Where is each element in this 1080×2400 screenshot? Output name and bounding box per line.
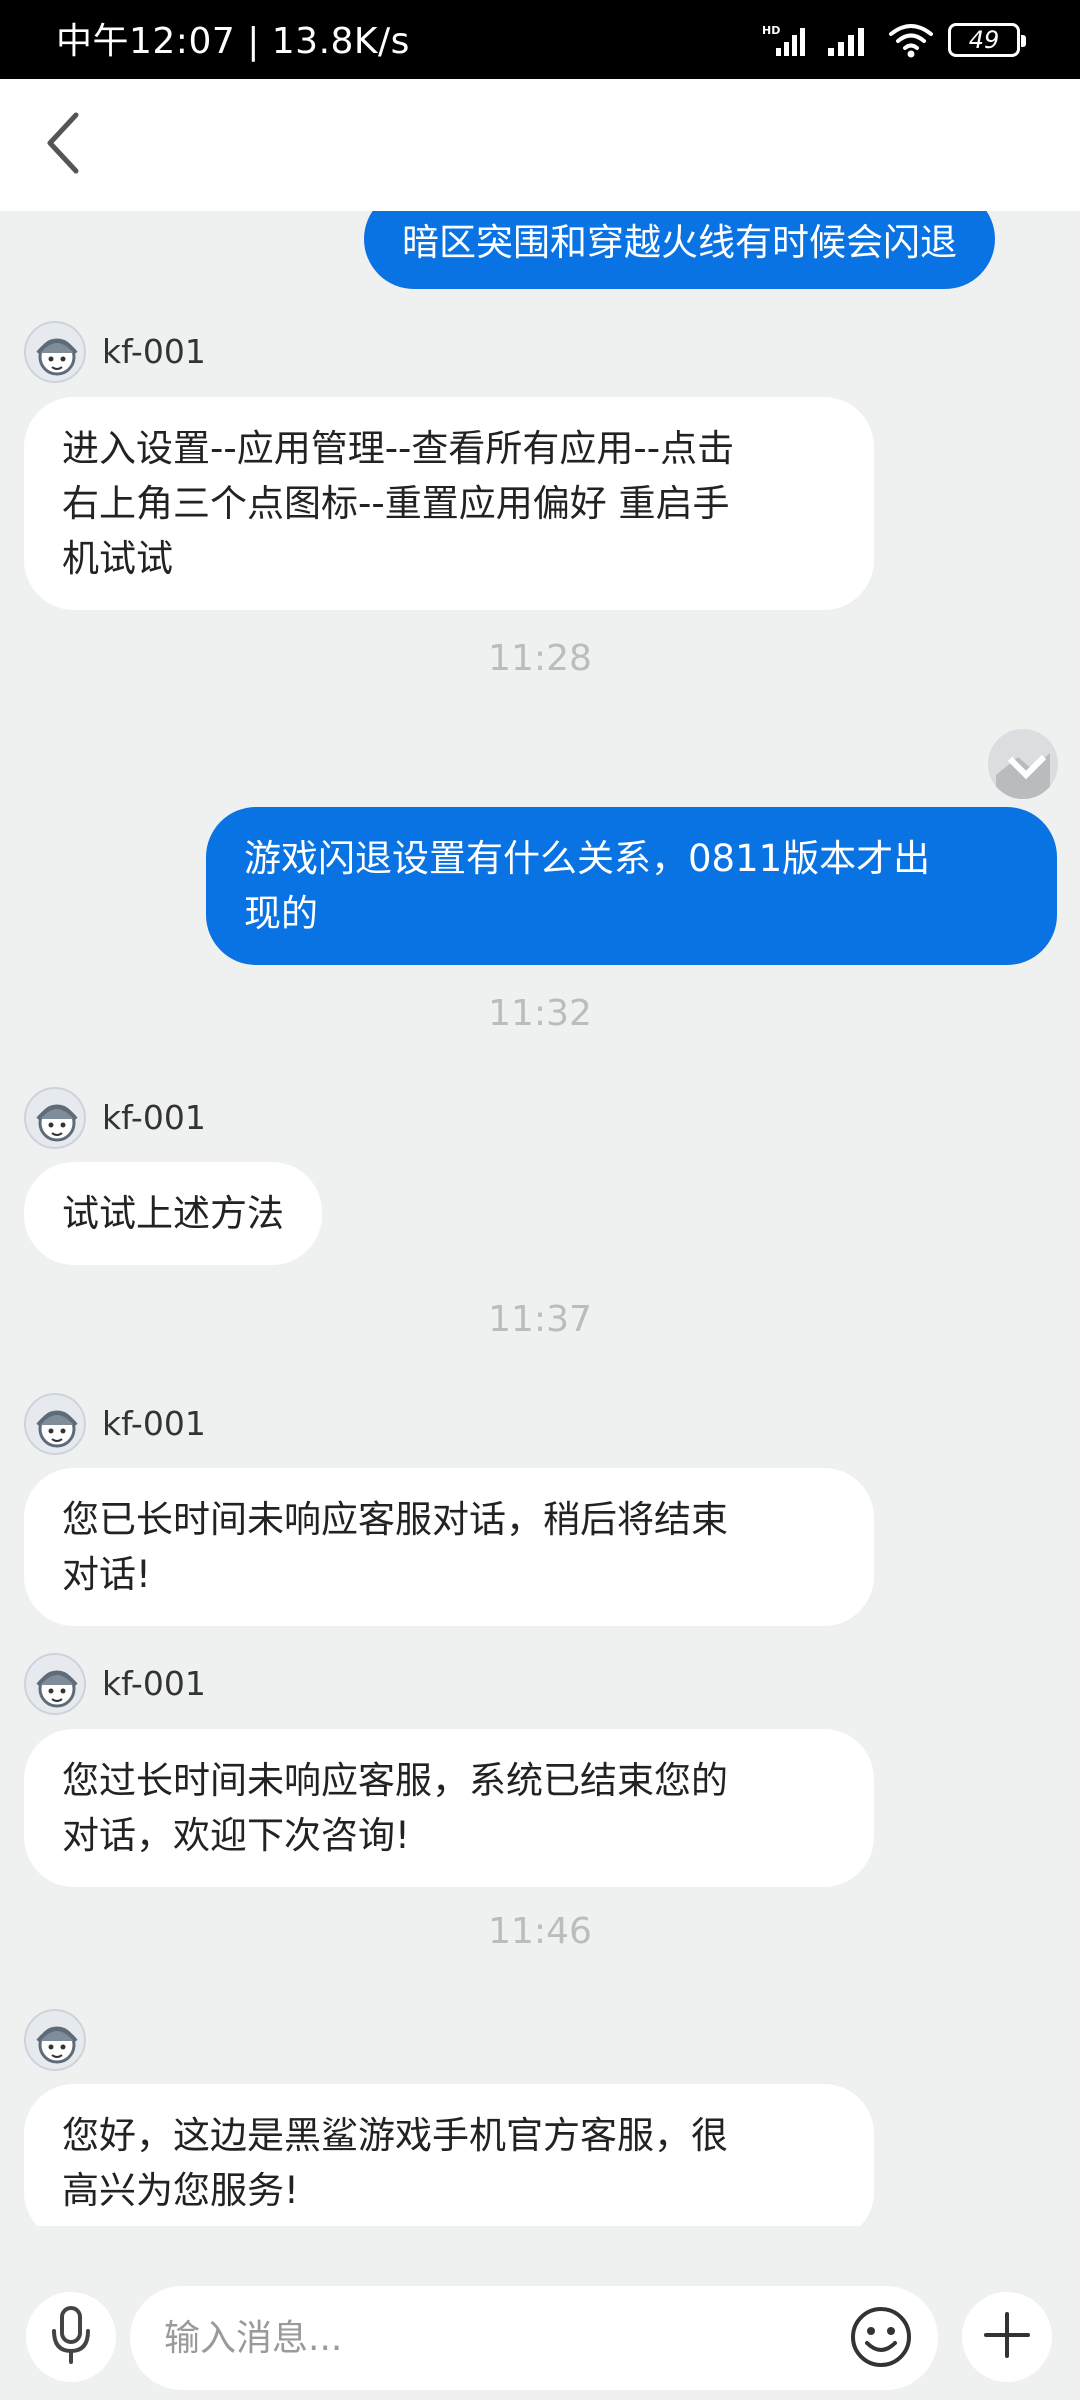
user-message-bubble: 暗区突围和穿越火线有时候会闪退 xyxy=(364,211,995,289)
agent-avatar xyxy=(24,2009,86,2071)
agent-message-bubble: 试试上述方法 xyxy=(24,1162,322,1265)
agent-avatar xyxy=(24,321,86,383)
voice-button[interactable] xyxy=(26,2292,116,2382)
user-message-bubble: 游戏闪退设置有什么关系，0811版本才出 现的 xyxy=(206,807,1057,965)
emoji-button[interactable] xyxy=(846,2304,916,2374)
timestamp: 11:28 xyxy=(488,638,592,679)
timestamp: 11:32 xyxy=(488,993,592,1034)
chevron-left-icon xyxy=(44,111,84,179)
chat-header xyxy=(0,79,1080,211)
hd-signal-icon: HD xyxy=(762,22,812,58)
agent-message-bubble: 您好，这边是黑鲨游戏手机官方客服，很 高兴为您服务! xyxy=(24,2084,874,2226)
timestamp: 11:46 xyxy=(488,1911,592,1952)
agent-message-bubble: 您过长时间未响应客服，系统已结束您的 对话，欢迎下次咨询! xyxy=(24,1729,874,1887)
signal-icon xyxy=(826,22,874,58)
plus-icon xyxy=(982,2310,1032,2364)
battery-icon: 49 xyxy=(948,23,1026,57)
emoji-icon xyxy=(849,2305,913,2373)
battery-level: 49 xyxy=(968,26,1000,54)
back-button[interactable] xyxy=(24,105,104,185)
status-icons: HD 49 xyxy=(762,20,1026,60)
message-input[interactable] xyxy=(164,2306,804,2370)
agent-message-bubble: 您已长时间未响应客服对话，稍后将结束 对话! xyxy=(24,1468,874,1626)
svg-text:HD: HD xyxy=(762,24,780,37)
sender-name: kf-001 xyxy=(102,332,206,371)
agent-avatar xyxy=(24,1393,86,1455)
microphone-icon xyxy=(49,2305,93,2369)
timestamp: 11:37 xyxy=(488,1299,592,1340)
message-input-container[interactable] xyxy=(130,2286,938,2390)
status-bar: 中午12:07 | 13.8K/s HD 49 xyxy=(0,0,1080,79)
user-avatar xyxy=(988,729,1058,799)
wifi-icon xyxy=(888,22,934,58)
more-button[interactable] xyxy=(962,2292,1052,2382)
message-list[interactable]: 暗区突围和穿越火线有时候会闪退 kf-001 进入设置--应用管理--查看所有应… xyxy=(0,211,1080,2226)
sender-name: kf-001 xyxy=(102,1098,206,1137)
status-time-speed: 中午12:07 | 13.8K/s xyxy=(56,21,410,62)
sender-name: kf-001 xyxy=(102,1404,206,1443)
input-bar xyxy=(0,2226,1080,2400)
agent-message-bubble: 进入设置--应用管理--查看所有应用--点击 右上角三个点图标--重置应用偏好 … xyxy=(24,397,874,610)
agent-avatar xyxy=(24,1087,86,1149)
sender-name: kf-001 xyxy=(102,1664,206,1703)
agent-avatar xyxy=(24,1653,86,1715)
